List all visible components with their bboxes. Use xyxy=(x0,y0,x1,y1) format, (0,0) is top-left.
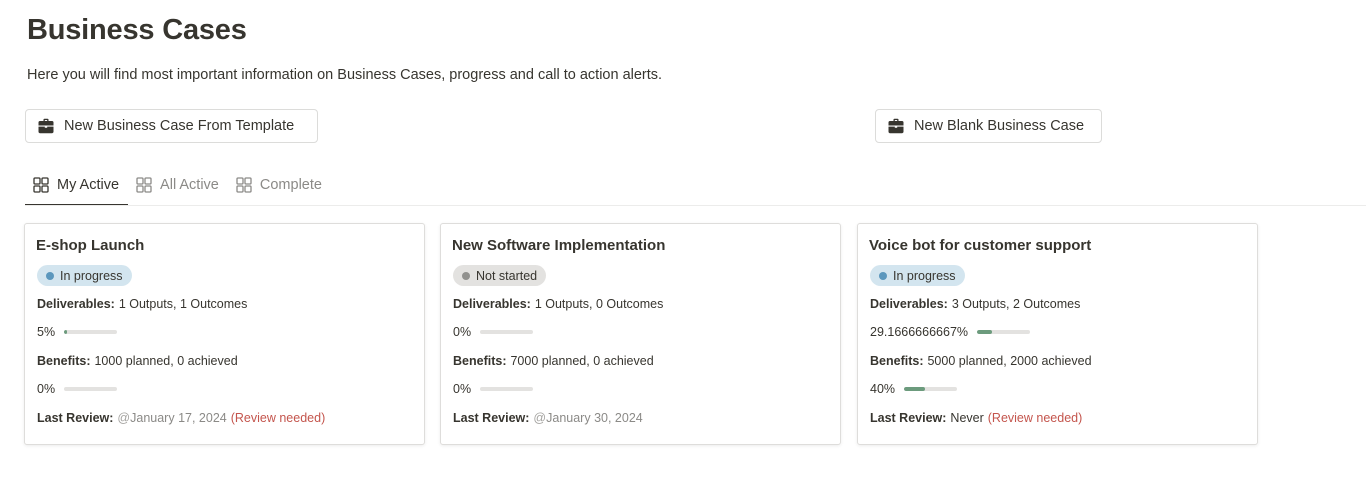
benefits-progress-row: 0% xyxy=(37,382,118,396)
benefits-progress-bar xyxy=(480,387,534,391)
page-subtitle: Here you will find most important inform… xyxy=(27,67,663,83)
deliverables-value: 1 Outputs, 0 Outcomes xyxy=(534,297,664,311)
deliverables-row: Deliverables: 3 Outputs, 2 Outcomes xyxy=(870,297,1080,311)
view-tabs: My Active All Active Complete xyxy=(25,166,331,206)
benefits-label: Benefits: xyxy=(37,354,91,368)
status-badge: In progress xyxy=(870,265,965,286)
status-dot xyxy=(462,271,470,280)
mention-prefix: @ xyxy=(533,411,547,425)
status-dot xyxy=(46,271,54,280)
benefits-progress-bar xyxy=(64,387,118,391)
last-review-value[interactable]: January 17, 2024 xyxy=(130,411,227,425)
benefits-progress-value: 0% xyxy=(37,382,56,396)
deliverables-progress-row: 29.1666666667% xyxy=(870,325,1031,339)
tab-label: Complete xyxy=(259,177,322,193)
last-review-row: Last Review: @ January 17, 2024 (Review … xyxy=(37,411,325,425)
deliverables-label: Deliverables: xyxy=(37,297,115,311)
new-blank-button[interactable]: New Blank Business Case xyxy=(875,109,1102,143)
tabs-divider xyxy=(25,205,1366,206)
gallery-icon xyxy=(136,177,152,193)
card-title: New Software Implementation xyxy=(452,237,666,254)
deliverables-progress-bar xyxy=(480,330,534,334)
mention-prefix: @ xyxy=(117,411,131,425)
benefits-progress-row: 40% xyxy=(870,382,958,396)
deliverables-label: Deliverables: xyxy=(453,297,531,311)
progress-fill xyxy=(904,387,926,391)
tab-complete[interactable]: Complete xyxy=(228,166,331,204)
briefcase-icon xyxy=(887,118,905,134)
business-case-card[interactable]: New Software Implementation Not started … xyxy=(440,223,841,445)
last-review-label: Last Review: xyxy=(37,411,114,425)
progress-fill xyxy=(977,330,993,334)
benefits-row: Benefits: 5000 planned, 2000 achieved xyxy=(870,354,1092,368)
progress-fill xyxy=(64,330,67,334)
card-title: Voice bot for customer support xyxy=(869,237,1092,254)
deliverables-progress-bar xyxy=(64,330,118,334)
review-needed-alert: (Review needed) xyxy=(230,411,326,425)
deliverables-value: 3 Outputs, 2 Outcomes xyxy=(951,297,1081,311)
deliverables-progress-row: 0% xyxy=(453,325,534,339)
benefits-row: Benefits: 1000 planned, 0 achieved xyxy=(37,354,238,368)
benefits-value: 1000 planned, 0 achieved xyxy=(94,354,238,368)
gallery-icon xyxy=(33,177,49,193)
deliverables-row: Deliverables: 1 Outputs, 1 Outcomes xyxy=(37,297,247,311)
status-badge: In progress xyxy=(37,265,132,286)
benefits-label: Benefits: xyxy=(453,354,507,368)
benefits-row: Benefits: 7000 planned, 0 achieved xyxy=(453,354,654,368)
deliverables-progress-value: 29.1666666667% xyxy=(870,325,969,339)
tab-label: All Active xyxy=(160,177,219,193)
status-label: Not started xyxy=(476,268,538,283)
benefits-progress-value: 40% xyxy=(870,382,896,396)
review-needed-alert: (Review needed) xyxy=(987,411,1083,425)
tab-label: My Active xyxy=(57,177,120,193)
benefits-value: 5000 planned, 2000 achieved xyxy=(927,354,1092,368)
benefits-progress-value: 0% xyxy=(453,382,472,396)
new-from-template-label: New Business Case From Template xyxy=(64,118,295,134)
gallery-icon xyxy=(236,177,252,193)
briefcase-icon xyxy=(37,118,55,134)
last-review-label: Last Review: xyxy=(870,411,947,425)
deliverables-progress-row: 5% xyxy=(37,325,118,339)
benefits-progress-row: 0% xyxy=(453,382,534,396)
status-badge: Not started xyxy=(453,265,547,286)
status-label: In progress xyxy=(893,268,956,283)
business-case-card[interactable]: Voice bot for customer support In progre… xyxy=(857,223,1258,445)
deliverables-progress-value: 5% xyxy=(37,325,56,339)
last-review-row: Last Review: @ January 30, 2024 xyxy=(453,411,643,425)
last-review-value[interactable]: January 30, 2024 xyxy=(546,411,643,425)
deliverables-progress-value: 0% xyxy=(453,325,472,339)
benefits-value: 7000 planned, 0 achieved xyxy=(510,354,654,368)
card-title: E-shop Launch xyxy=(36,237,145,254)
deliverables-label: Deliverables: xyxy=(870,297,948,311)
last-review-row: Last Review: Never (Review needed) xyxy=(870,411,1082,425)
deliverables-progress-bar xyxy=(977,330,1031,334)
last-review-label: Last Review: xyxy=(453,411,530,425)
new-from-template-button[interactable]: New Business Case From Template xyxy=(25,109,318,143)
page-title: Business Cases xyxy=(27,14,247,46)
tab-all-active[interactable]: All Active xyxy=(128,166,228,204)
benefits-progress-bar xyxy=(904,387,958,391)
status-label: In progress xyxy=(60,268,123,283)
benefits-label: Benefits: xyxy=(870,354,924,368)
new-blank-label: New Blank Business Case xyxy=(914,118,1085,134)
last-review-value[interactable]: Never xyxy=(950,411,983,425)
status-dot xyxy=(879,271,887,280)
business-case-card[interactable]: E-shop Launch In progress Deliverables: … xyxy=(24,223,425,445)
deliverables-row: Deliverables: 1 Outputs, 0 Outcomes xyxy=(453,297,663,311)
tab-my-active[interactable]: My Active xyxy=(25,166,129,206)
deliverables-value: 1 Outputs, 1 Outcomes xyxy=(118,297,248,311)
